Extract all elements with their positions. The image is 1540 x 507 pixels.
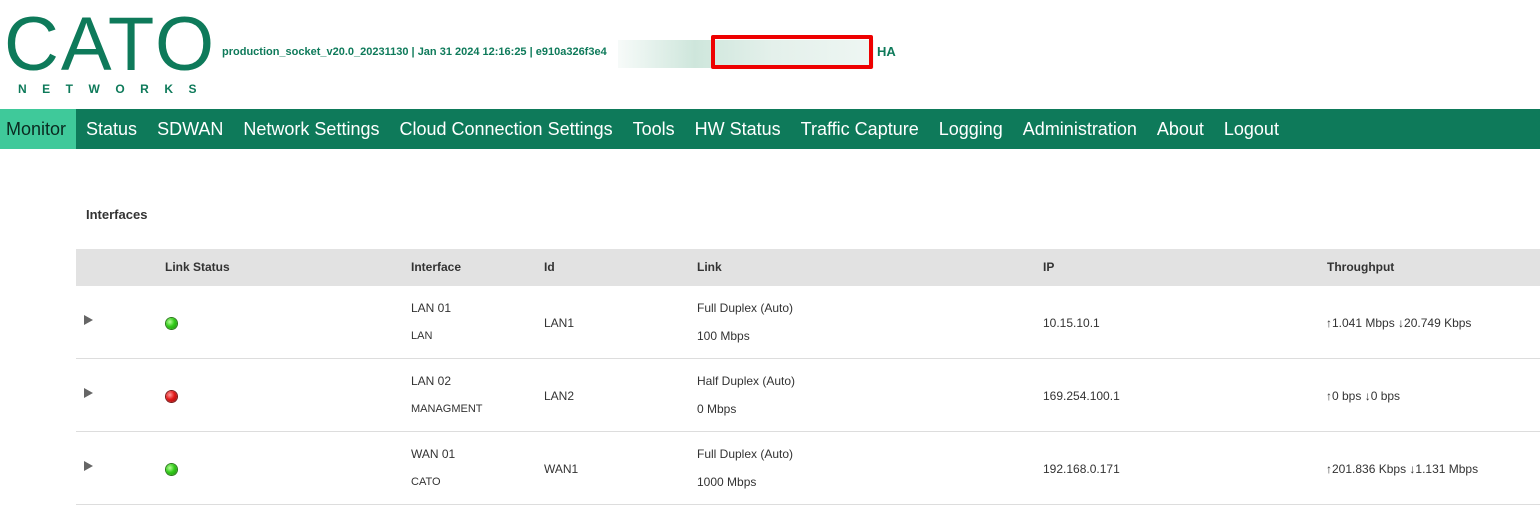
link-speed: 100 Mbps	[697, 329, 750, 343]
col-throughput: Throughput	[1327, 260, 1395, 274]
nav-logging[interactable]: Logging	[929, 109, 1013, 149]
nav-tools[interactable]: Tools	[623, 109, 685, 149]
nav-cloud-connection-settings[interactable]: Cloud Connection Settings	[389, 109, 622, 149]
nav-sdwan[interactable]: SDWAN	[147, 109, 233, 149]
interface-role: CATO	[411, 476, 441, 488]
interfaces-table: Link Status Interface Id Link IP Through…	[76, 249, 1540, 505]
nav-network-settings[interactable]: Network Settings	[233, 109, 389, 149]
interface-ip: 192.168.0.171	[1043, 462, 1120, 476]
green-led-icon	[166, 318, 177, 329]
interface-name: LAN 01	[411, 301, 452, 315]
nav-about[interactable]: About	[1147, 109, 1214, 149]
table-header: Link Status Interface Id Link IP Through…	[76, 249, 1540, 286]
col-interface: Interface	[411, 260, 462, 274]
interface-role: LAN	[411, 330, 433, 342]
link-duplex: Half Duplex (Auto)	[697, 374, 796, 388]
col-link-status: Link Status	[165, 260, 230, 274]
green-led-icon	[166, 464, 177, 475]
link-duplex: Full Duplex (Auto)	[697, 447, 794, 461]
col-ip: IP	[1043, 260, 1055, 274]
interface-ip: 169.254.100.1	[1043, 389, 1120, 403]
ha-badge: HA	[877, 44, 896, 59]
red-led-icon	[166, 391, 177, 402]
main-nav: Monitor Status SDWAN Network Settings Cl…	[0, 109, 1540, 149]
interface-id: WAN1	[544, 462, 579, 476]
triangle-right-icon[interactable]	[84, 388, 93, 398]
triangle-right-icon[interactable]	[84, 315, 93, 325]
nav-hw-status[interactable]: HW Status	[685, 109, 791, 149]
col-id: Id	[544, 260, 555, 274]
nav-traffic-capture[interactable]: Traffic Capture	[791, 109, 929, 149]
interface-throughput: ↑1.041 Mbps ↓20.749 Kbps	[1326, 316, 1472, 330]
interface-name: WAN 01	[411, 447, 456, 461]
interface-name: LAN 02	[411, 374, 452, 388]
interface-id: LAN2	[544, 389, 575, 403]
link-speed: 0 Mbps	[697, 402, 737, 416]
table-row[interactable]: WAN 01 CATO WAN1 Full Duplex (Auto) 1000…	[76, 432, 1540, 505]
triangle-right-icon[interactable]	[84, 461, 93, 471]
logo-subtitle: NETWORKS	[18, 82, 212, 96]
interface-throughput: ↑201.836 Kbps ↓1.131 Mbps	[1326, 462, 1479, 476]
section-title: Interfaces	[86, 207, 148, 222]
nav-status[interactable]: Status	[76, 109, 147, 149]
page-header: CATO NETWORKS production_socket_v20.0_20…	[0, 0, 1540, 109]
link-speed: 1000 Mbps	[697, 475, 757, 489]
build-info: production_socket_v20.0_20231130 | Jan 3…	[222, 46, 607, 58]
interface-id: LAN1	[544, 316, 575, 330]
nav-monitor[interactable]: Monitor	[0, 109, 77, 149]
nav-logout[interactable]: Logout	[1214, 109, 1289, 149]
interface-throughput: ↑0 bps ↓0 bps	[1326, 389, 1401, 403]
table-row[interactable]: LAN 01 LAN LAN1 Full Duplex (Auto) 100 M…	[76, 286, 1540, 359]
redaction-box	[711, 35, 873, 69]
logo-wordmark: CATO	[4, 2, 217, 87]
link-duplex: Full Duplex (Auto)	[697, 301, 794, 315]
interface-ip: 10.15.10.1	[1043, 316, 1100, 330]
col-link: Link	[697, 260, 722, 274]
interface-role: MANAGMENT	[411, 403, 483, 415]
cato-networks-logo: CATO NETWORKS	[4, 2, 214, 98]
table-row[interactable]: LAN 02 MANAGMENT LAN2 Half Duplex (Auto)…	[76, 359, 1540, 432]
nav-administration[interactable]: Administration	[1013, 109, 1147, 149]
